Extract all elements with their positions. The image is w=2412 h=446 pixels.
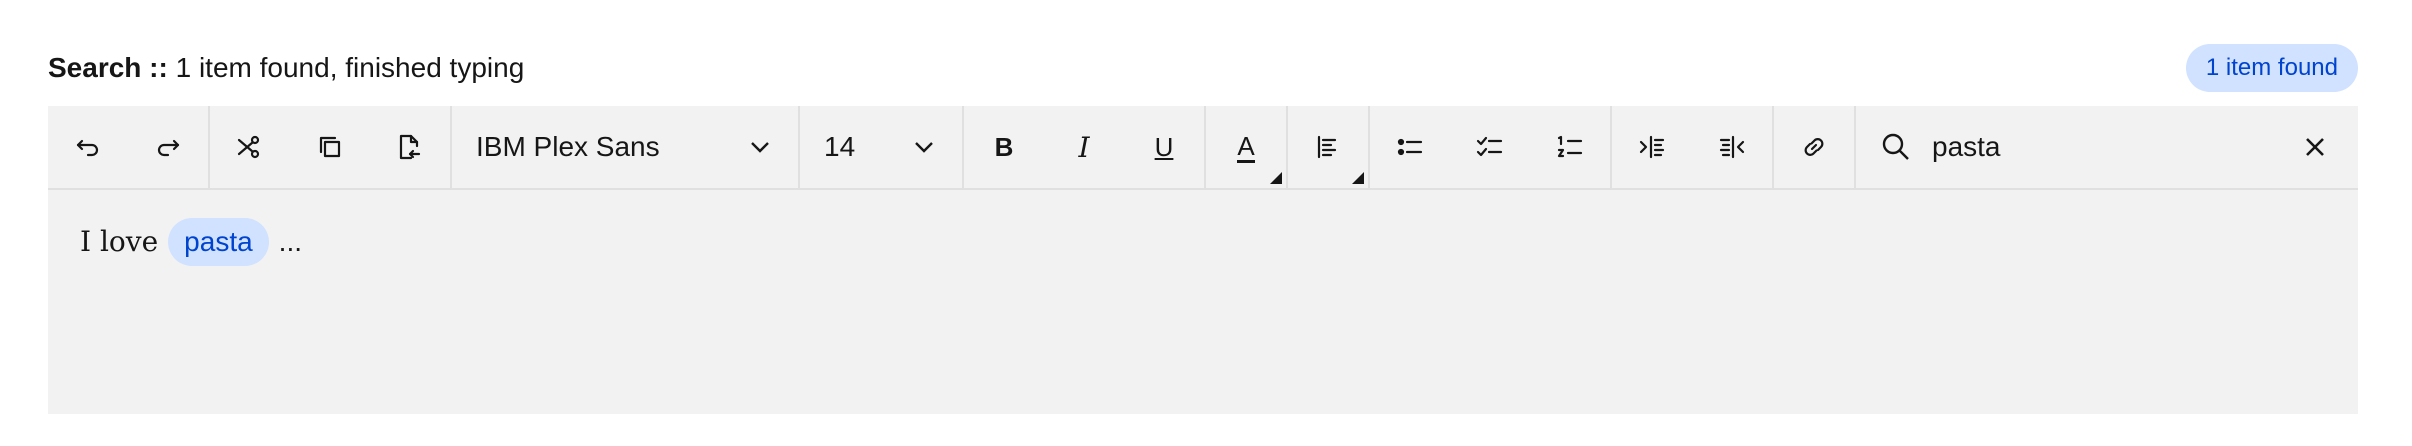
checklist-icon — [1476, 136, 1503, 157]
link-group — [1774, 106, 1856, 188]
indent-group — [1612, 106, 1774, 188]
cut-button[interactable] — [210, 106, 290, 188]
search-status-label: Search :: — [48, 52, 168, 83]
undo-icon — [76, 139, 99, 157]
content-ellipsis: ... — [278, 226, 303, 257]
font-size-value: 14 — [824, 131, 856, 162]
menu-corner-icon — [1270, 172, 1282, 184]
search-input[interactable]: pasta — [1932, 131, 2292, 163]
link-button[interactable] — [1774, 106, 1854, 188]
numbered-list-icon — [1557, 135, 1583, 158]
underline-button[interactable]: U — [1124, 106, 1204, 188]
align-left-icon — [1317, 135, 1337, 159]
font-size-dropdown[interactable]: 14 — [800, 106, 962, 188]
font-color-group: A — [1206, 106, 1288, 188]
search-status: Search :: 1 item found, finished typing — [48, 50, 524, 86]
undo-button[interactable] — [48, 106, 128, 188]
copy-button[interactable] — [290, 106, 370, 188]
search-field[interactable]: pasta — [1856, 106, 2358, 188]
underline-icon: U — [1154, 131, 1174, 162]
redo-button[interactable] — [128, 106, 208, 188]
font-size-group: 14 — [800, 106, 964, 188]
copy-icon — [319, 136, 341, 158]
outdent-button[interactable] — [1692, 106, 1772, 188]
redo-icon — [157, 139, 180, 157]
search-icon — [1882, 133, 1909, 160]
paste-button[interactable] — [370, 106, 450, 188]
chevron-down-icon — [751, 142, 769, 153]
history-group — [48, 106, 210, 188]
numbered-list-button[interactable] — [1530, 106, 1610, 188]
search-highlight: pasta — [168, 218, 269, 266]
list-group — [1370, 106, 1612, 188]
chevron-down-icon — [915, 142, 933, 153]
font-family-dropdown[interactable]: IBM Plex Sans — [452, 106, 798, 188]
editor-content[interactable]: I love pasta ... — [80, 218, 302, 266]
font-family-group: IBM Plex Sans — [452, 106, 800, 188]
rich-text-editor: IBM Plex Sans 14 B I U A pasta I love pa… — [48, 106, 2358, 414]
cut-icon — [237, 135, 260, 159]
font-color-icon: A — [1237, 130, 1255, 163]
close-icon — [2306, 138, 2324, 156]
bold-button[interactable]: B — [964, 106, 1044, 188]
checklist-button[interactable] — [1450, 106, 1530, 188]
clear-search-button[interactable] — [2292, 124, 2338, 170]
alignment-group — [1288, 106, 1370, 188]
font-family-value: IBM Plex Sans — [476, 131, 660, 162]
results-badge: 1 item found — [2185, 44, 2358, 92]
bold-icon: B — [994, 131, 1014, 162]
link-icon — [1804, 138, 1824, 156]
italic-button[interactable]: I — [1044, 106, 1124, 188]
italic-icon: I — [1078, 130, 1090, 164]
indent-button[interactable] — [1612, 106, 1692, 188]
editor-toolbar: IBM Plex Sans 14 B I U A pasta — [48, 106, 2358, 190]
bullet-list-button[interactable] — [1370, 106, 1450, 188]
clipboard-group — [210, 106, 452, 188]
search-status-text: 1 item found, finished typing — [175, 52, 525, 83]
content-text: I love — [80, 225, 159, 258]
paste-icon — [399, 134, 421, 160]
bullet-list-icon — [1397, 138, 1423, 156]
menu-corner-icon — [1352, 172, 1364, 184]
text-align-button[interactable] — [1288, 106, 1368, 188]
font-color-button[interactable]: A — [1206, 106, 1286, 188]
format-group: B I U — [964, 106, 1206, 188]
indent-icon — [1639, 135, 1665, 159]
outdent-icon — [1719, 135, 1745, 159]
